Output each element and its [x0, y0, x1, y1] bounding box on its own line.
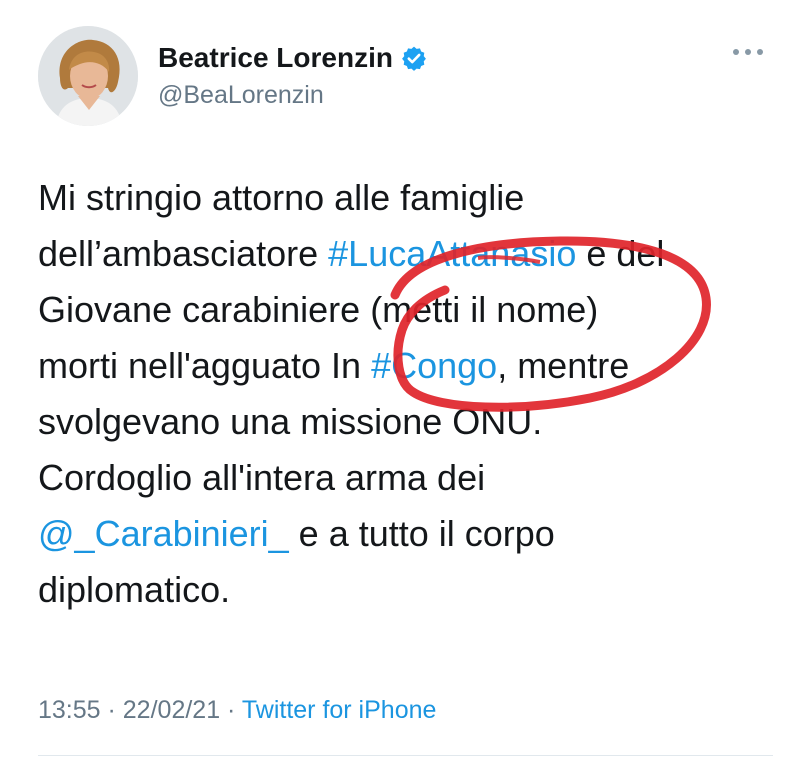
display-name[interactable]: Beatrice Lorenzin: [158, 42, 393, 74]
tweet-text-line: Cordoglio all'intera arma dei: [38, 450, 768, 506]
tweet-text: Mi stringio attorno alle famiglie dell’am…: [38, 170, 768, 618]
tweet-metadata: 13:55 · 22/02/21 · Twitter for iPhone: [38, 696, 436, 725]
user-handle[interactable]: @BeaLorenzin: [158, 81, 324, 110]
tweet-source-link[interactable]: Twitter for iPhone: [242, 696, 437, 724]
tweet-text-line: diplomatico.: [38, 562, 768, 618]
hashtag-link[interactable]: #LucaAttanasio: [328, 233, 576, 274]
tweet-text-line: dell’ambasciatore #LucaAttanasio e del: [38, 226, 768, 282]
tweet-text-line: morti nell'agguato In #Congo, mentre: [38, 338, 768, 394]
meta-separator: ·: [220, 696, 242, 724]
avatar-image: [38, 26, 138, 126]
user-name-row: Beatrice Lorenzin: [158, 42, 427, 74]
hashtag-link[interactable]: #Congo: [371, 345, 497, 386]
tweet-text-segment: svolgevano una missione ONU.: [38, 401, 543, 442]
mention-link[interactable]: @_Carabinieri_: [38, 513, 289, 554]
tweet-time: 13:55: [38, 696, 101, 724]
divider: [38, 755, 773, 756]
tweet-text-segment: morti nell'agguato In: [38, 345, 372, 386]
tweet-text-segment: dell’ambasciatore: [38, 233, 329, 274]
tweet-text-line: Mi stringio attorno alle famiglie: [38, 170, 768, 226]
tweet-date: 22/02/21: [122, 696, 221, 724]
tweet-text-segment: diplomatico.: [38, 569, 231, 610]
tweet-card: Beatrice Lorenzin @BeaLorenzin Mi string…: [0, 0, 800, 760]
avatar[interactable]: [38, 26, 138, 126]
tweet-text-segment: Giovane carabiniere (metti il nome): [38, 289, 599, 330]
verified-badge-icon: [401, 45, 427, 71]
meta-separator: ·: [100, 696, 123, 724]
tweet-text-line: Giovane carabiniere (metti il nome): [38, 282, 768, 338]
tweet-text-segment: e del: [576, 233, 665, 274]
more-options-icon[interactable]: [726, 40, 770, 64]
tweet-text-segment: e a tutto il corpo: [288, 513, 555, 554]
tweet-text-line: @_Carabinieri_ e a tutto il corpo: [38, 506, 768, 562]
tweet-text-segment: Cordoglio all'intera arma dei: [38, 457, 486, 498]
tweet-text-segment: , mentre: [497, 345, 630, 386]
tweet-text-segment: Mi stringio attorno alle famiglie: [38, 177, 525, 218]
tweet-text-line: svolgevano una missione ONU.: [38, 394, 768, 450]
